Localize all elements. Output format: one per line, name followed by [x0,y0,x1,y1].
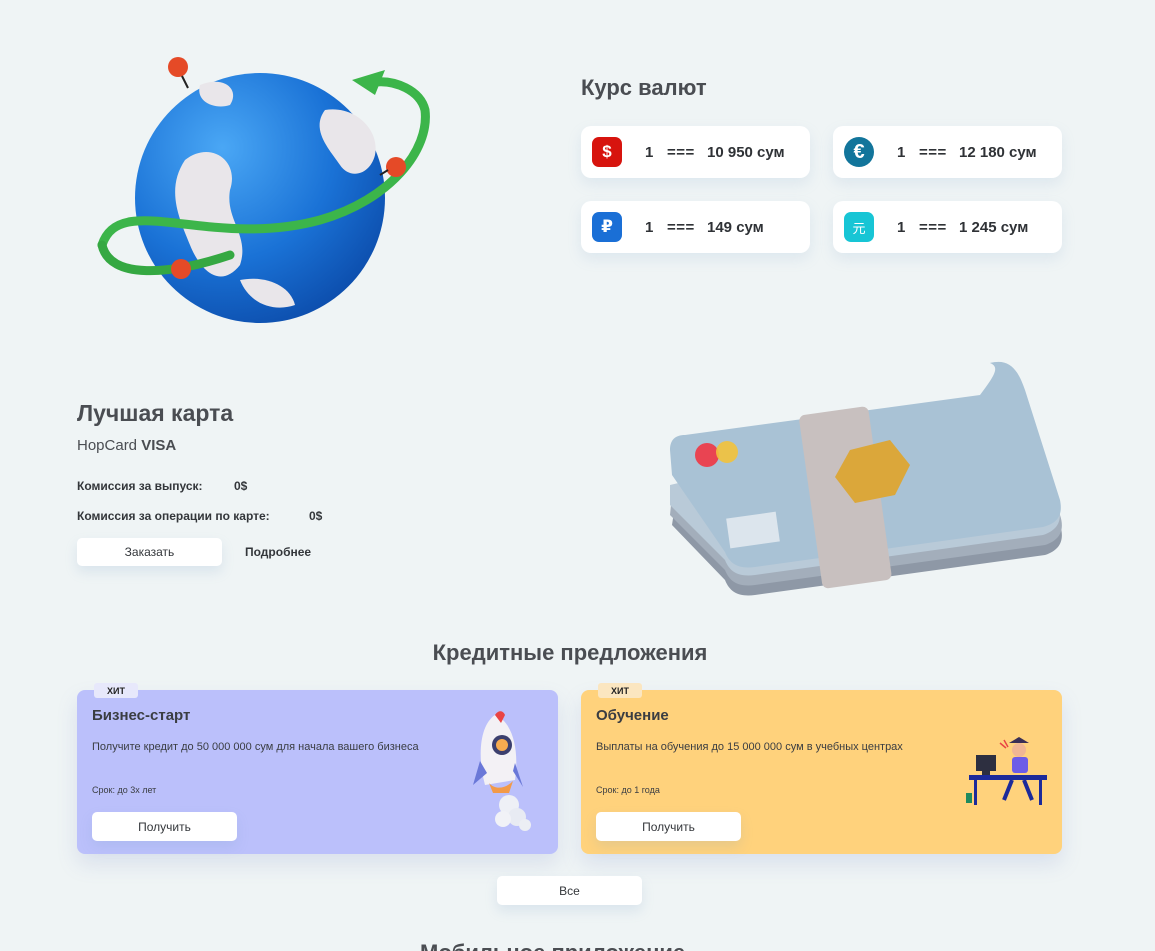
ruble-icon: ₽ [592,212,622,242]
rate-card-cny: 元 1 === 1 245 сум [833,201,1062,253]
rates-title: Курс валют [581,75,707,100]
rate-equals: === [919,143,947,161]
offer-description: Выплаты на обучения до 15 000 000 сум в … [596,741,903,753]
offer-title: Обучение [596,707,669,724]
hit-badge: ХИТ [598,683,642,698]
rate-value: 149 сум [707,218,764,236]
rate-amount: 1 [897,218,906,236]
hit-badge: ХИТ [94,683,138,698]
credit-section-title: Кредитные предложения [432,640,708,665]
best-card-subtitle: HopCard VISA [77,437,176,454]
order-card-button[interactable]: Заказать [77,538,222,566]
yuan-icon: 元 [844,212,874,242]
ops-fee-row: Комиссия за операции по карте: 0$ [77,509,322,523]
dollar-icon: $ [592,137,622,167]
best-card-network: VISA [141,437,177,454]
rate-equals: === [667,143,695,161]
page: Курс валют $ 1 === 10 950 сум € 1 === 12… [0,0,1155,951]
offer-card-business: ХИТ Бизнес-старт Получите кредит до 50 0… [77,683,558,854]
ops-fee-label: Комиссия за операции по карте: [77,509,270,523]
rate-amount: 1 [897,143,906,161]
rate-value: 1 245 сум [959,218,1029,236]
globe-illustration [90,50,450,340]
offer-card-education: ХИТ Обучение Выплаты на обучения до 15 0… [581,683,1062,854]
best-card-title: Лучшая карта [77,400,234,426]
ops-fee-value: 0$ [309,509,323,523]
rate-equals: === [667,218,695,236]
all-offers-button[interactable]: Все [497,876,642,905]
get-offer-button[interactable]: Получить [596,812,741,841]
rate-value: 12 180 сум [959,143,1037,161]
best-card-brand: HopCard [77,437,138,454]
rate-card-rub: ₽ 1 === 149 сум [581,201,810,253]
rate-card-eur: € 1 === 12 180 сум [833,126,1062,178]
rate-amount: 1 [645,143,654,161]
issue-fee-label: Комиссия за выпуск: [77,479,203,493]
issue-fee-row: Комиссия за выпуск: 0$ [77,479,247,493]
rate-card-usd: $ 1 === 10 950 сум [581,126,810,178]
offer-title: Бизнес-старт [92,707,191,724]
more-link[interactable]: Подробнее [245,545,311,559]
rate-amount: 1 [645,218,654,236]
rocket-illustration [465,705,545,835]
student-desk-illustration [964,735,1049,810]
euro-icon: € [844,137,874,167]
offer-description: Получите кредит до 50 000 000 сум для на… [92,741,419,753]
rate-equals: === [919,218,947,236]
cards-stack-illustration [660,355,1070,605]
offer-term: Срок: до 1 года [596,785,660,795]
rate-value: 10 950 сум [707,143,785,161]
next-section-title: Мобильное приложение [420,940,685,951]
get-offer-button[interactable]: Получить [92,812,237,841]
issue-fee-value: 0$ [234,479,248,493]
offer-term: Срок: до 3х лет [92,785,157,795]
